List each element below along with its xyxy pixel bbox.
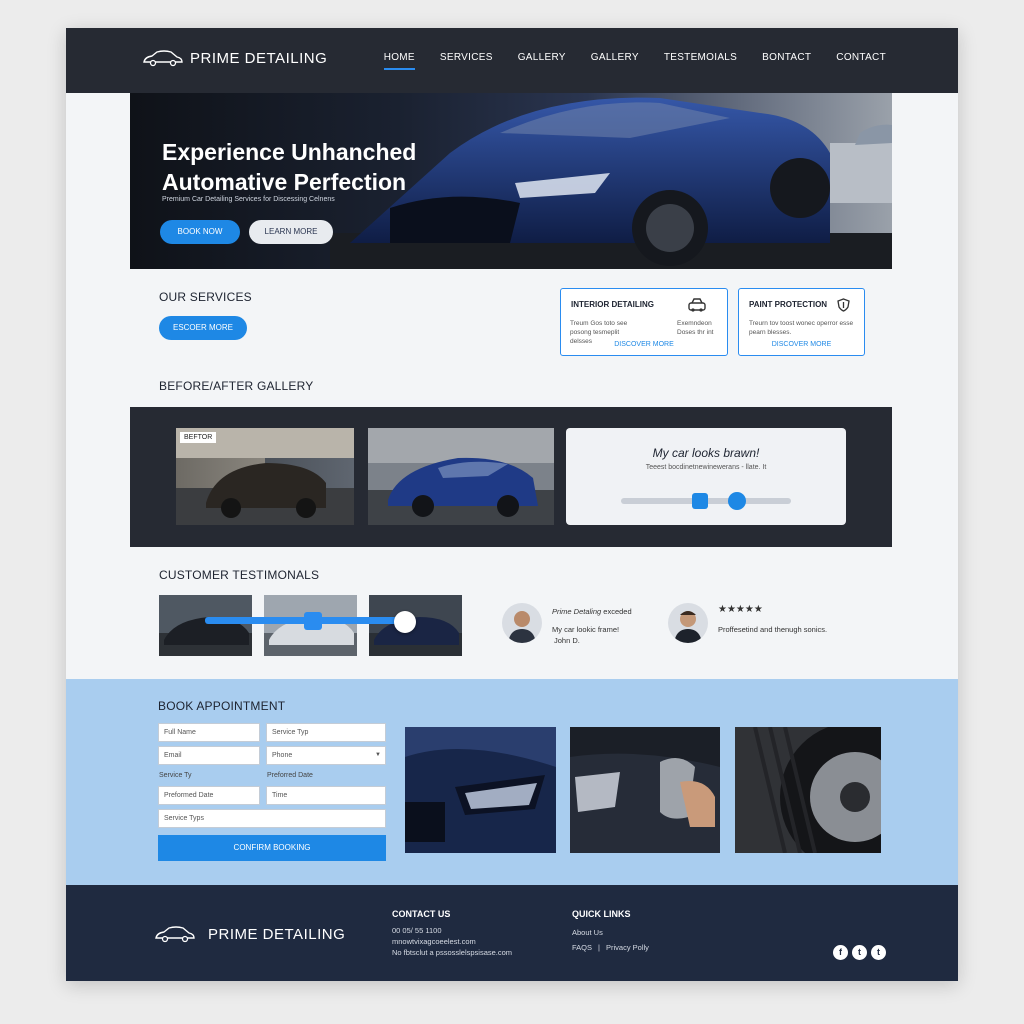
car-thumbnail-image	[369, 617, 462, 656]
hero-banner: Experience Unhanched Automative Perfecti…	[130, 93, 892, 269]
testimonial-slider-knob[interactable]	[394, 611, 416, 633]
brand-name: PRIME DETAILING	[190, 49, 328, 67]
discover-more-link[interactable]: DISCOVER MORE	[561, 341, 727, 348]
site-header: PRIME DETAILING HOME SERVICES GALLERY GA…	[66, 28, 958, 93]
main-nav: HOME SERVICES GALLERY GALLERY TESTEMOIAL…	[383, 52, 886, 70]
service-card-desc-2: Exemndeon Doses thr int	[677, 320, 714, 336]
brand-logo[interactable]: PRIME DETAILING	[142, 48, 327, 68]
contact-phone: 00 05/ 55 1100	[392, 926, 442, 935]
footer-brand-name: PRIME DETAILING	[208, 925, 346, 943]
service-type-field-2[interactable]: Service Typs	[158, 809, 386, 828]
testimonial-quote: Proffesetind and thenugh sonics.	[718, 625, 828, 634]
avatar	[668, 603, 708, 643]
hero-subtitle: Premium Car Detailing Services for Disce…	[162, 196, 335, 203]
full-name-field[interactable]: Full Name	[158, 723, 260, 742]
facebook-icon[interactable]: f	[833, 945, 848, 960]
service-card-title: PAINT PROTECTION	[749, 300, 828, 309]
services-heading: OUR SERVICES	[159, 290, 252, 304]
testimonial-photo-1[interactable]	[159, 595, 252, 656]
before-photo[interactable]: BEFTOR	[176, 428, 354, 525]
footer-brand-logo[interactable]: PRIME DETAILING	[150, 924, 345, 944]
gallery-heading: BEFORE/AFTER GALLERY	[159, 379, 314, 393]
avatar	[502, 603, 542, 643]
nav-home[interactable]: HOME	[383, 52, 415, 70]
tire-photo	[735, 727, 881, 853]
before-after-gallery: BEFTOR My car looks brawn! Teeest bocdin…	[130, 407, 892, 547]
nav-bontact[interactable]: BONTACT	[762, 52, 811, 70]
link-privacy[interactable]: Privacy Polly	[606, 943, 649, 952]
nav-gallery-2[interactable]: GALLERY	[591, 52, 639, 70]
nav-services[interactable]: SERVICES	[440, 52, 493, 70]
testimonial-quote: My car lookic frame!	[552, 625, 620, 634]
twitter-icon-2[interactable]: t	[871, 945, 886, 960]
service-card-desc: Treurn tov toost wonec operror esse pear…	[749, 320, 854, 336]
link-faqs[interactable]: FAQS	[572, 943, 592, 952]
testimonial-photo-3[interactable]	[369, 595, 462, 656]
polishing-image	[570, 727, 720, 853]
star-rating: ★★★★★	[718, 604, 763, 615]
shield-icon	[837, 298, 850, 312]
comparison-slider-knob[interactable]	[728, 492, 746, 510]
car-thumbnail-image	[159, 617, 252, 656]
after-photo[interactable]	[368, 428, 554, 525]
headlight-image	[405, 727, 556, 853]
testimonial-author: John D.	[554, 636, 580, 645]
site-footer: PRIME DETAILING CONTACT US 00 05/ 55 110…	[66, 885, 958, 981]
discover-more-link[interactable]: DISCOVER MORE	[739, 341, 864, 348]
review-quote: My car looks brawn!	[652, 446, 760, 460]
preferred-date-label: Preforred Date	[267, 772, 313, 779]
car-logo-icon	[155, 926, 195, 943]
chevron-down-icon: ▼	[375, 752, 381, 758]
phone-select[interactable]: Phone ▼	[266, 746, 386, 765]
testimonial-slider-handle[interactable]	[304, 612, 322, 630]
polishing-photo	[570, 727, 720, 853]
testimonials-heading: CUSTOMER TESTIMONALS	[159, 568, 320, 582]
email-field[interactable]: Email	[158, 746, 260, 765]
learn-more-button[interactable]: LEARN MORE	[249, 220, 333, 244]
link-separator: |	[598, 943, 600, 952]
testimonial-title: Prime Detaling exceded	[552, 606, 632, 617]
booking-heading: BOOK APPOINTMENT	[158, 699, 286, 713]
hero-title: Experience Unhanched Automative Perfecti…	[162, 139, 417, 195]
before-tag: BEFTOR	[180, 432, 217, 443]
testimonial-headline: exceded	[603, 607, 632, 616]
link-about[interactable]: About Us	[572, 928, 603, 937]
review-subtext: Teeest bocdinetnewinewerans - llate. It	[645, 464, 767, 471]
explore-more-button[interactable]: ESCOER MORE	[159, 316, 247, 340]
person-avatar-icon	[674, 611, 702, 643]
contact-address: No fbtsclut a pssosslelspsisase.com	[392, 948, 513, 957]
nav-contact[interactable]: CONTACT	[836, 52, 886, 70]
nav-testimonials[interactable]: TESTEMOIALS	[664, 52, 737, 70]
service-type-field[interactable]: Service Typ	[266, 723, 386, 742]
clean-car-image	[368, 428, 554, 525]
testimonial-name: Prime Detaling	[552, 607, 602, 616]
person-avatar-icon	[508, 611, 536, 643]
page: PRIME DETAILING HOME SERVICES GALLERY GA…	[66, 28, 958, 981]
book-now-button[interactable]: BOOK NOW	[160, 220, 240, 244]
confirm-booking-button[interactable]: CONFIRM BOOKING	[158, 835, 386, 861]
service-card-title: INTERIOR DETAILING	[571, 300, 654, 309]
contact-email[interactable]: mnowtvixagcoeelest.com	[392, 937, 476, 946]
car-logo-icon	[143, 50, 183, 67]
phone-label: Phone	[272, 752, 293, 759]
preferred-date-field[interactable]: Preformed Date	[158, 786, 260, 805]
quick-links-heading: QUICK LINKS	[572, 909, 631, 919]
review-card: My car looks brawn! Teeest bocdinetnewin…	[566, 428, 846, 525]
service-card-paint[interactable]: PAINT PROTECTION Treurn tov toost wonec …	[738, 288, 865, 356]
time-field[interactable]: Time	[266, 786, 386, 805]
car-icon	[688, 298, 706, 312]
service-card-interior[interactable]: INTERIOR DETAILING Treum Gos toto see po…	[560, 288, 728, 356]
tire-image	[735, 727, 881, 853]
nav-gallery[interactable]: GALLERY	[518, 52, 566, 70]
contact-heading: CONTACT US	[392, 909, 451, 919]
service-label: Service Ty	[159, 772, 192, 779]
twitter-icon[interactable]: t	[852, 945, 867, 960]
headlight-photo	[405, 727, 556, 853]
comparison-slider-handle[interactable]	[692, 493, 708, 509]
